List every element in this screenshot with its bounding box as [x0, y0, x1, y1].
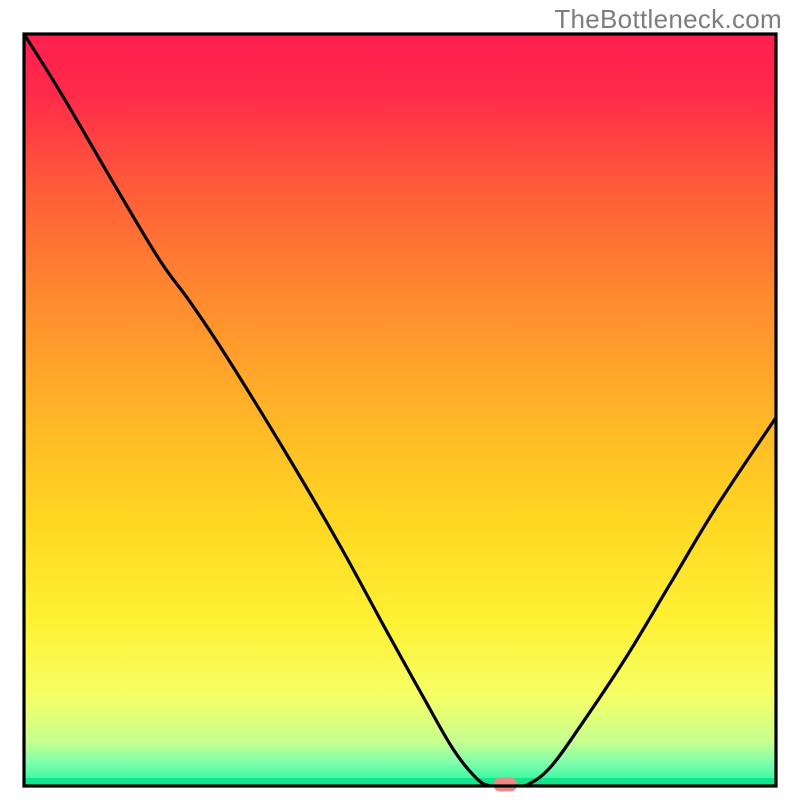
chart-container: TheBottleneck.com: [0, 0, 800, 800]
bottleneck-chart: [0, 0, 800, 800]
watermark-text: TheBottleneck.com: [554, 4, 782, 35]
plot-background-gradient: [24, 34, 776, 786]
